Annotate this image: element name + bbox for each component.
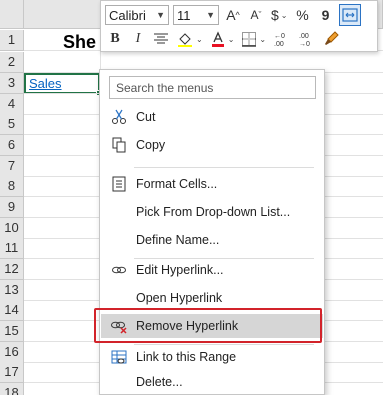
menu-search-input[interactable] bbox=[109, 76, 316, 99]
currency-icon: $ bbox=[271, 7, 279, 23]
italic-icon: I bbox=[135, 31, 141, 46]
row-header-10[interactable]: 10 bbox=[0, 218, 24, 239]
paintbrush-icon bbox=[325, 31, 339, 45]
menu-item-label: Open Hyperlink bbox=[136, 291, 223, 305]
chevron-down-icon: ⌄ bbox=[196, 34, 203, 44]
svg-text:←0: ←0 bbox=[274, 33, 285, 40]
italic-button[interactable]: I bbox=[128, 28, 148, 50]
selected-cell-a3[interactable]: Sales bbox=[24, 73, 100, 94]
increase-decimal-button[interactable]: ←0 .00 bbox=[271, 28, 293, 50]
menu-item-delete[interactable]: Delete... bbox=[101, 370, 323, 394]
menu-item-label: Cut bbox=[136, 110, 156, 124]
decrease-font-size-button[interactable]: Aˇ bbox=[246, 4, 266, 26]
percent-style-button[interactable]: % bbox=[293, 4, 313, 26]
font-size-combo[interactable]: 11 ▼ bbox=[173, 5, 219, 25]
font-color-button[interactable]: ⌄ bbox=[208, 28, 237, 50]
row-header-16[interactable]: 16 bbox=[0, 342, 24, 363]
percent-icon: % bbox=[296, 7, 309, 23]
row-header-15[interactable]: 15 bbox=[0, 321, 24, 342]
row-header-18[interactable]: 18 bbox=[0, 383, 24, 395]
chevron-down-icon: ▼ bbox=[206, 10, 215, 20]
link-range-icon bbox=[110, 348, 128, 366]
chevron-down-icon: ⌄ bbox=[227, 34, 235, 44]
chevron-down-icon: ⌄ bbox=[259, 34, 267, 44]
currency-format-button[interactable]: $ ⌄ bbox=[269, 4, 290, 26]
menu-item-label: Edit Hyperlink... bbox=[136, 263, 224, 277]
svg-text:→0: →0 bbox=[299, 41, 310, 47]
borders-icon bbox=[242, 32, 257, 47]
mini-toolbar: Calibri ▼ 11 ▼ A ^ Aˇ $ ⌄ % 9 B I ⌄ ⌄ ⌄ … bbox=[100, 0, 378, 52]
font-color-icon bbox=[211, 31, 224, 47]
copy-icon bbox=[110, 136, 128, 154]
font-size-value: 11 bbox=[177, 7, 191, 23]
align-center-button[interactable] bbox=[151, 28, 171, 50]
merge-center-icon bbox=[341, 8, 358, 22]
context-menu: Cut Copy Format Cells... Pick From Drop-… bbox=[99, 69, 325, 395]
format-cells-icon bbox=[110, 175, 128, 193]
column-header-a[interactable] bbox=[24, 0, 101, 29]
grow-font-icon: A bbox=[226, 7, 236, 23]
row-header-1[interactable]: 1 bbox=[0, 30, 24, 51]
menu-item-label: Format Cells... bbox=[136, 177, 218, 191]
row-header-2[interactable]: 2 bbox=[0, 52, 24, 73]
sales-hyperlink[interactable]: Sales bbox=[29, 76, 62, 91]
align-center-icon bbox=[154, 33, 168, 44]
scissors-icon bbox=[110, 108, 128, 126]
menu-item-link-to-range[interactable]: Link to this Range bbox=[101, 345, 323, 369]
row-header-12[interactable]: 12 bbox=[0, 259, 24, 280]
increase-decimal-icon: ←0 .00 bbox=[274, 33, 285, 47]
format-painter-button[interactable] bbox=[321, 28, 341, 50]
row-header-13[interactable]: 13 bbox=[0, 280, 24, 301]
borders-button[interactable]: ⌄ bbox=[239, 28, 268, 50]
bold-icon: B bbox=[110, 31, 120, 46]
row-header-9[interactable]: 9 bbox=[0, 197, 24, 218]
svg-text:.00: .00 bbox=[299, 33, 309, 40]
row-header-14[interactable]: 14 bbox=[0, 300, 24, 321]
menu-item-label: Copy bbox=[136, 138, 166, 152]
comma-style-button[interactable]: 9 bbox=[316, 4, 336, 26]
menu-item-cut[interactable]: Cut bbox=[101, 105, 323, 129]
bold-button[interactable]: B bbox=[105, 28, 125, 50]
decrease-decimal-icon: .00 →0 bbox=[299, 33, 310, 47]
row-header-7[interactable]: 7 bbox=[0, 156, 24, 177]
font-name-value: Calibri bbox=[109, 7, 146, 23]
row-header-17[interactable]: 17 bbox=[0, 362, 24, 383]
shrink-font-icon: A bbox=[250, 8, 259, 22]
merge-center-button[interactable] bbox=[338, 4, 361, 26]
menu-item-label: Define Name... bbox=[136, 233, 220, 247]
edit-hyperlink-icon bbox=[110, 261, 128, 279]
menu-item-label: Delete... bbox=[136, 375, 183, 389]
font-name-combo[interactable]: Calibri ▼ bbox=[105, 5, 169, 25]
row-header-8[interactable]: 8 bbox=[0, 176, 24, 197]
row-header-3[interactable]: 3 bbox=[0, 73, 24, 94]
menu-item-open-hyperlink[interactable]: Open Hyperlink bbox=[101, 286, 323, 310]
decrease-decimal-button[interactable]: .00 →0 bbox=[296, 28, 318, 50]
menu-item-copy[interactable]: Copy bbox=[101, 133, 323, 157]
menu-item-label: Pick From Drop-down List... bbox=[136, 205, 291, 219]
menu-separator bbox=[134, 167, 314, 168]
row-header-4[interactable]: 4 bbox=[0, 94, 24, 115]
menu-item-define-name[interactable]: Define Name... bbox=[101, 228, 323, 252]
menu-item-pick-from-list[interactable]: Pick From Drop-down List... bbox=[101, 200, 323, 224]
row-header-11[interactable]: 11 bbox=[0, 238, 24, 259]
paint-bucket-icon bbox=[178, 33, 192, 47]
chevron-down-icon: ▼ bbox=[156, 10, 165, 20]
comma-icon: 9 bbox=[321, 7, 330, 23]
svg-text:.00: .00 bbox=[274, 41, 284, 47]
highlight-outline bbox=[94, 308, 322, 343]
select-all-corner[interactable] bbox=[0, 0, 24, 29]
row-header-6[interactable]: 6 bbox=[0, 135, 24, 156]
menu-item-format-cells[interactable]: Format Cells... bbox=[101, 172, 323, 196]
row-header-5[interactable]: 5 bbox=[0, 114, 24, 135]
fill-color-button[interactable]: ⌄ bbox=[174, 28, 205, 50]
increase-font-size-button[interactable]: A ^ bbox=[223, 4, 243, 26]
menu-item-edit-hyperlink[interactable]: Edit Hyperlink... bbox=[101, 258, 323, 282]
menu-item-label: Link to this Range bbox=[136, 350, 237, 364]
